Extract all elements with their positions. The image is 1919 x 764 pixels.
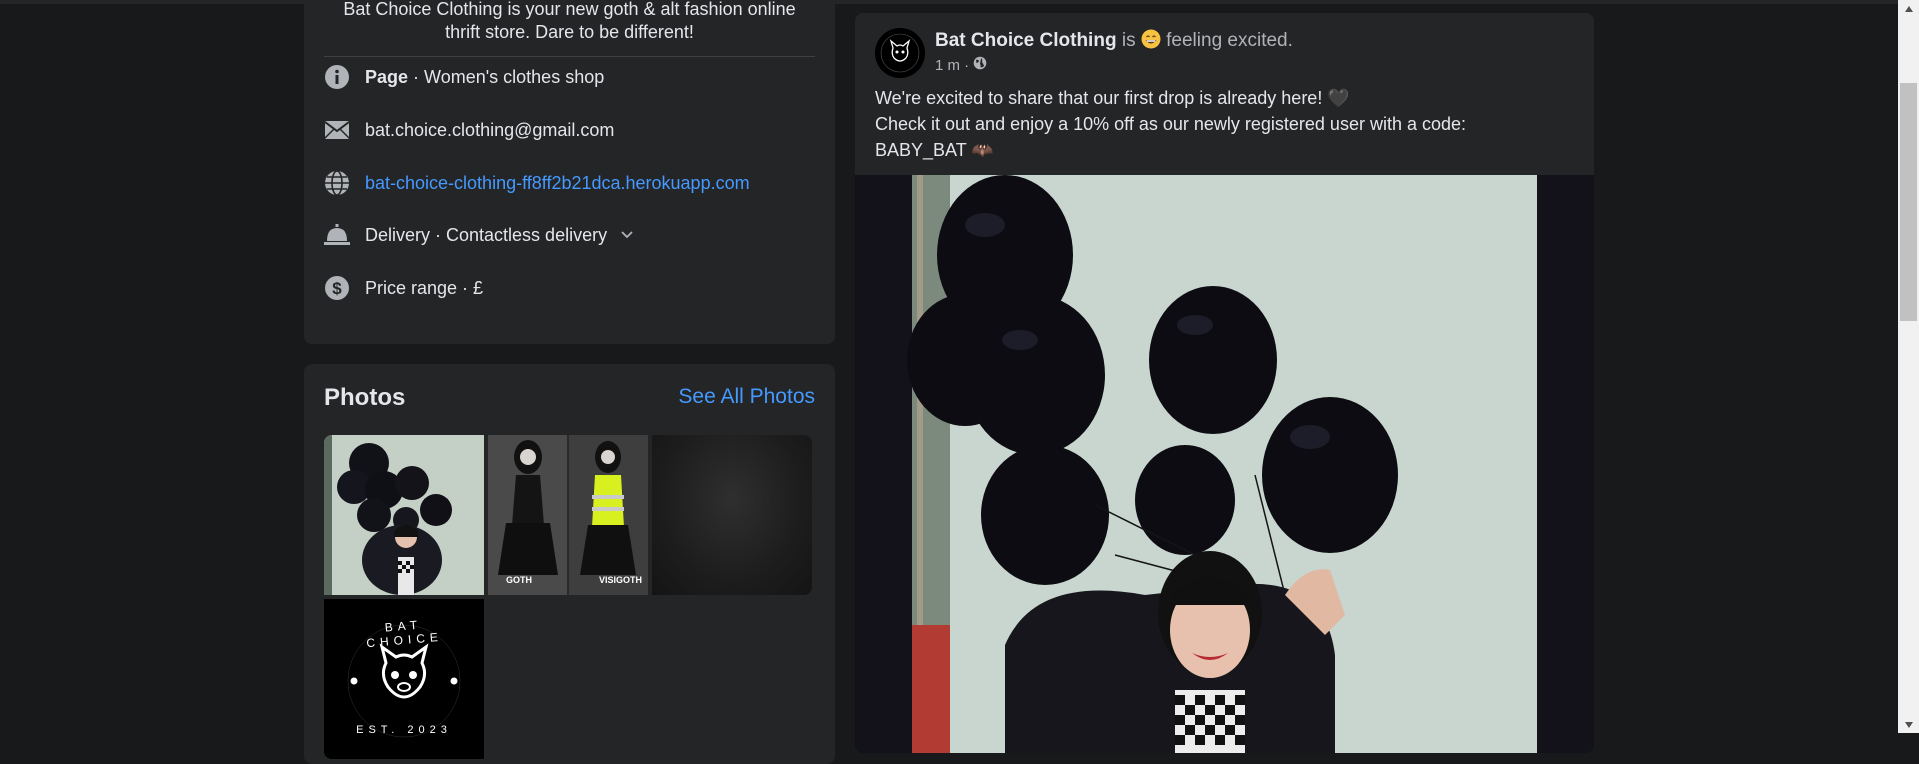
post-header: Bat Choice Clothing is feeling excited. xyxy=(935,29,1293,55)
page-label: Page xyxy=(365,66,409,87)
dollar-icon: $ xyxy=(324,275,350,301)
email-text[interactable]: bat.choice.clothing@gmail.com xyxy=(365,120,614,141)
info-icon xyxy=(324,64,350,90)
chevron-down-icon[interactable] xyxy=(621,231,633,239)
service-bell-icon xyxy=(324,222,350,248)
page-bio: Bat Choice Clothing is your new goth & a… xyxy=(324,0,815,44)
post-line: We're excited to share that our first dr… xyxy=(875,88,1350,108)
svg-text:$: $ xyxy=(332,279,342,298)
grinning-face-emoji xyxy=(1141,29,1161,55)
bio-line: Bat Choice Clothing is your new goth & a… xyxy=(343,0,796,19)
post-line: Check it out and enjoy a 10% off as our … xyxy=(875,114,1467,134)
website-link[interactable]: bat-choice-clothing-ff8ff2b21dca.herokua… xyxy=(365,173,750,194)
price-range-row: $ Price range · £ xyxy=(324,273,483,303)
scrollbar-thumb[interactable] xyxy=(1900,83,1917,321)
bio-line: thrift store. Dare to be different! xyxy=(445,22,694,42)
price-range-text: Price range · £ xyxy=(365,277,484,298)
photos-title: Photos xyxy=(324,384,406,411)
feeling-text[interactable]: feeling excited. xyxy=(1166,30,1293,51)
avatar[interactable] xyxy=(875,28,925,78)
post-card: Bat Choice Clothing is feeling excited. … xyxy=(855,13,1594,753)
post-timestamp[interactable]: 1 m · xyxy=(935,56,987,74)
email-row[interactable]: bat.choice.clothing@gmail.com xyxy=(324,115,614,145)
photo-thumbnail-goth-visigoth[interactable]: GOTH VISIGOTH xyxy=(488,435,648,595)
scroll-down-arrow-icon[interactable] xyxy=(1898,716,1919,733)
author-name[interactable]: Bat Choice Clothing xyxy=(935,30,1117,51)
thumbnail-label: GOTH xyxy=(506,575,532,585)
post-photo[interactable] xyxy=(855,175,1594,753)
thumbnail-label: VISIGOTH xyxy=(599,575,643,585)
is-text: is xyxy=(1121,30,1136,51)
public-globe-icon xyxy=(973,56,987,74)
page-category: · Women's clothes shop xyxy=(408,66,605,87)
top-nav-edge xyxy=(0,0,1898,4)
delivery-row[interactable]: Delivery · Contactless delivery xyxy=(324,220,633,250)
divider xyxy=(324,56,815,57)
photo-thumbnail-dark-texture[interactable] xyxy=(652,435,812,595)
scroll-up-arrow-icon[interactable] xyxy=(1898,0,1919,17)
delivery-text: Delivery · Contactless delivery xyxy=(365,224,608,245)
see-all-photos-link[interactable]: See All Photos xyxy=(678,385,815,409)
mail-icon xyxy=(324,117,350,143)
photo-thumbnail-balloons[interactable] xyxy=(324,435,484,595)
timestamp-text[interactable]: 1 m · xyxy=(935,57,969,74)
website-row[interactable]: bat-choice-clothing-ff8ff2b21dca.herokua… xyxy=(324,168,750,198)
intro-card: Bat Choice Clothing is your new goth & a… xyxy=(304,0,835,344)
globe-icon xyxy=(324,170,350,196)
logo-ring-text: EST. 2023 xyxy=(356,724,452,736)
photo-thumbnail-logo[interactable]: BAT CHOICE EST. 2023 xyxy=(324,599,484,759)
photos-card: Photos See All Photos GOTH VISIGOTH BAT … xyxy=(304,364,835,764)
post-line: BABY_BAT 🦇 xyxy=(875,140,994,160)
page-category-row: Page · Women's clothes shop xyxy=(324,62,604,92)
post-body: We're excited to share that our first dr… xyxy=(875,85,1575,163)
